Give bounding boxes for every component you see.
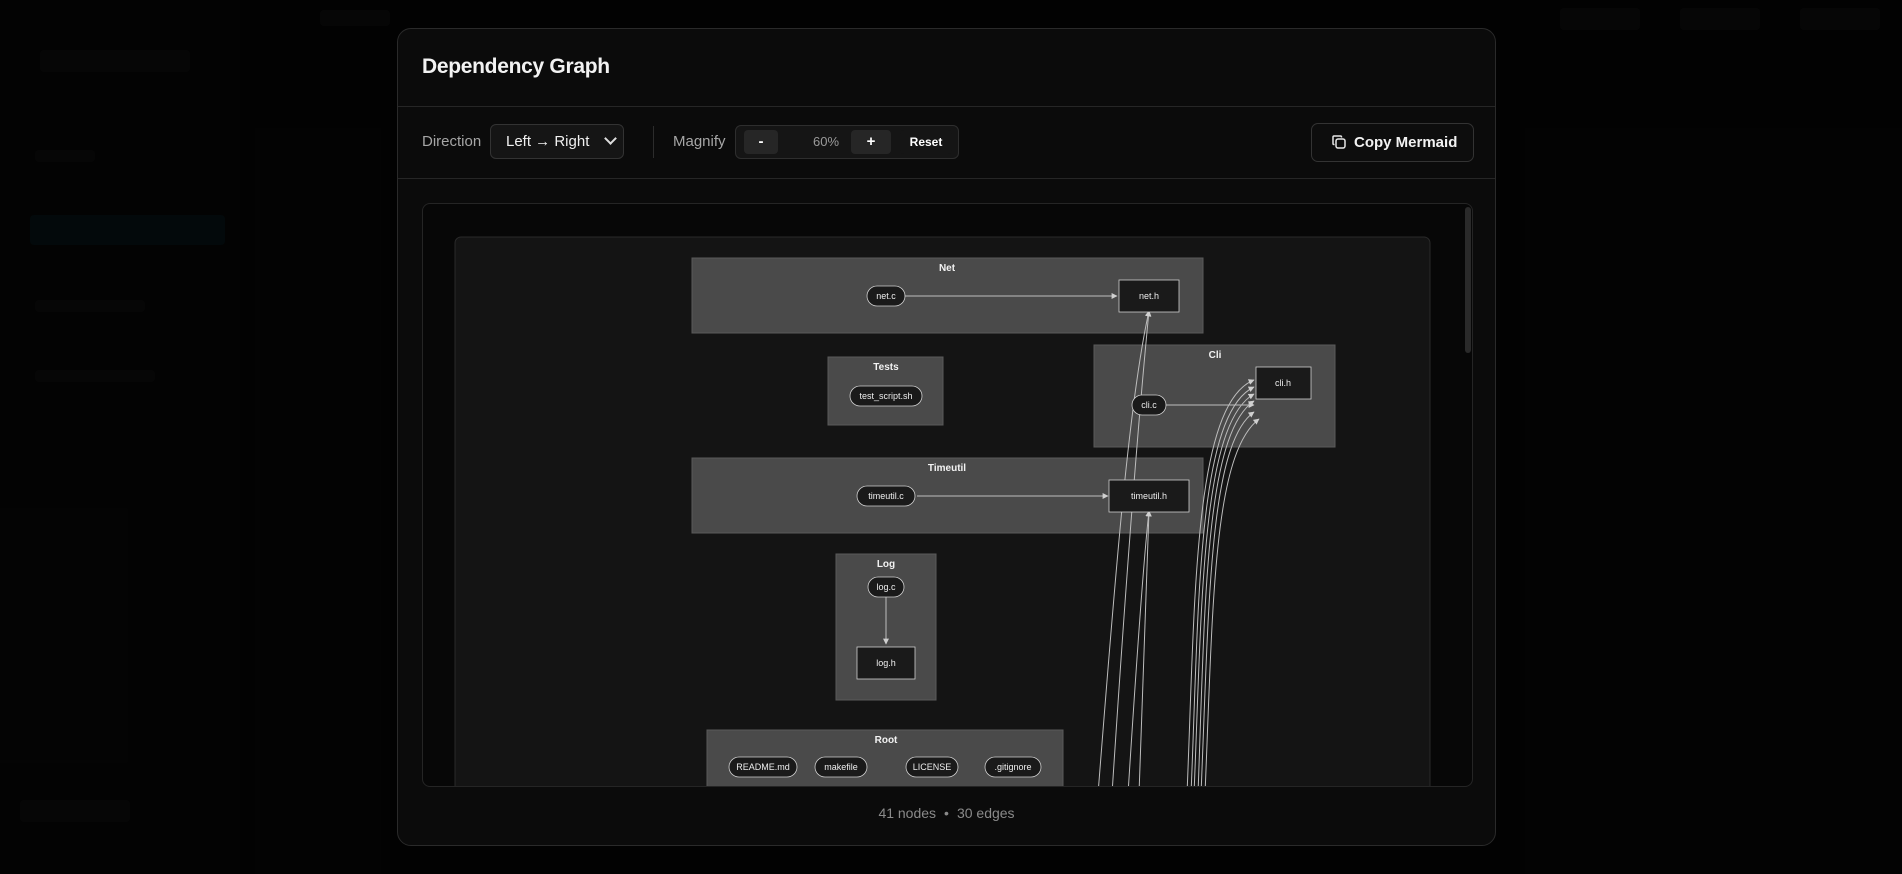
node-log-c[interactable]: log.c — [867, 576, 905, 598]
subgraph-cli-label: Cli — [1209, 350, 1222, 361]
node-readme[interactable]: README.md — [728, 756, 798, 778]
graph-stats: 41 nodes • 30 edges — [398, 805, 1495, 821]
node-gitignore[interactable]: .gitignore — [984, 756, 1042, 778]
node-cli-h[interactable]: cli.h — [1255, 366, 1312, 400]
direction-select[interactable]: Left → Right — [490, 124, 624, 159]
node-makefile[interactable]: makefile — [814, 756, 868, 778]
node-label: cli.h — [1275, 378, 1291, 388]
node-label: net.c — [876, 291, 896, 301]
subgraph-timeutil-label: Timeutil — [928, 463, 966, 474]
node-label: timeutil.c — [868, 491, 904, 501]
canvas-scrollbar[interactable] — [1465, 207, 1471, 353]
node-label: test_script.sh — [859, 391, 912, 401]
copy-mermaid-button[interactable]: Copy Mermaid — [1311, 123, 1474, 162]
copy-mermaid-label: Copy Mermaid — [1354, 134, 1458, 151]
chevron-down-icon — [604, 132, 617, 145]
modal-header: Dependency Graph — [398, 29, 1495, 107]
direction-value: Left → Right — [506, 133, 590, 150]
graph-canvas[interactable]: Net Tests Cli Timeutil Log Root net.c ne… — [422, 203, 1473, 787]
direction-label: Direction — [422, 133, 482, 150]
node-label: log.h — [876, 658, 896, 668]
node-label: timeutil.h — [1131, 491, 1167, 501]
node-license[interactable]: LICENSE — [905, 756, 959, 778]
modal-title: Dependency Graph — [422, 55, 610, 78]
node-cli-c[interactable]: cli.c — [1131, 394, 1167, 416]
zoom-in-button[interactable]: + — [851, 130, 891, 154]
node-label: .gitignore — [994, 762, 1031, 772]
zoom-out-button[interactable]: - — [744, 130, 778, 154]
separator: • — [944, 805, 949, 821]
node-label: makefile — [824, 762, 858, 772]
subgraph-root-label: Root — [875, 735, 898, 746]
magnify-label: Magnify — [673, 133, 726, 150]
copy-icon — [1332, 135, 1346, 149]
node-label: README.md — [736, 762, 790, 772]
node-label: cli.c — [1141, 400, 1157, 410]
node-net-h[interactable]: net.h — [1118, 279, 1180, 313]
node-timeutil-c[interactable]: timeutil.c — [856, 485, 916, 507]
node-log-h[interactable]: log.h — [856, 646, 916, 680]
node-test-script[interactable]: test_script.sh — [849, 385, 923, 407]
dependency-graph-modal: Dependency Graph Direction Left → Right … — [397, 28, 1496, 846]
node-net-c[interactable]: net.c — [866, 285, 906, 307]
subgraph-log-label: Log — [877, 559, 895, 570]
node-timeutil-h[interactable]: timeutil.h — [1108, 479, 1190, 513]
subgraph-tests-label: Tests — [873, 362, 899, 373]
toolbar-divider — [653, 126, 654, 158]
magnify-controls: - 60% + Reset — [735, 125, 959, 159]
node-count: 41 nodes — [878, 805, 937, 821]
node-label: LICENSE — [913, 762, 952, 772]
zoom-level: 60% — [812, 134, 840, 149]
edge-count: 30 edges — [956, 805, 1015, 821]
dependency-graph: Net Tests Cli Timeutil Log Root net.c ne… — [454, 236, 1431, 786]
subgraph-net-label: Net — [939, 263, 956, 274]
node-label: net.h — [1139, 291, 1159, 301]
reset-zoom-button[interactable]: Reset — [900, 130, 952, 154]
node-label: log.c — [876, 582, 896, 592]
